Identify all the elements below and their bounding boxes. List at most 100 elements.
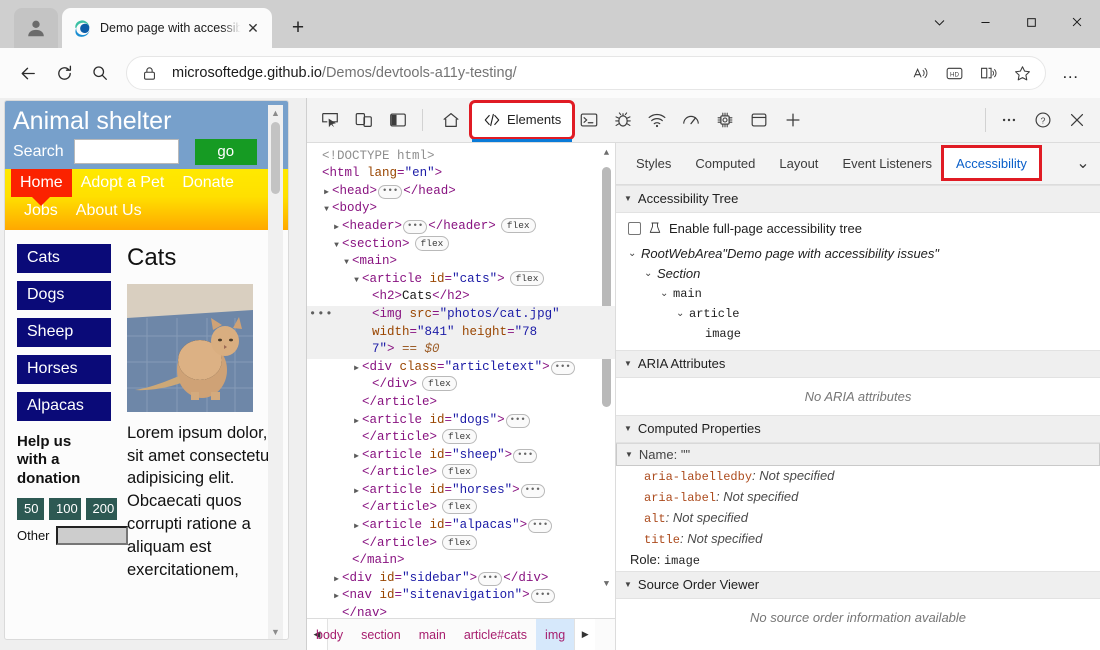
dom-node-line[interactable]: <main>	[307, 253, 615, 271]
flex-badge[interactable]: flex	[510, 271, 545, 286]
inspect-element-icon[interactable]	[315, 105, 345, 135]
dom-node-line[interactable]: <h2>Cats</h2>	[307, 288, 615, 306]
caret-expand-icon[interactable]: ⌄	[660, 284, 673, 304]
hd-badge-icon[interactable]: HD	[937, 58, 971, 88]
new-tab-button[interactable]: +	[282, 12, 314, 44]
site-nav-about[interactable]: About Us	[67, 197, 151, 226]
twisty-closed-icon[interactable]	[351, 518, 362, 536]
enable-fullpage-tree-row[interactable]: Enable full-page accessibility tree	[628, 221, 1090, 236]
tab-close-button[interactable]: ✕	[242, 17, 264, 39]
debugger-icon[interactable]	[608, 105, 638, 135]
flex-badge[interactable]: flex	[501, 218, 536, 233]
flex-badge[interactable]: flex	[442, 499, 477, 514]
performance-icon[interactable]	[676, 105, 706, 135]
twisty-closed-icon[interactable]	[321, 184, 332, 202]
breadcrumb[interactable]: ◀ bodysectionmainarticle#catsimg▶	[307, 618, 615, 650]
twisty-open-icon[interactable]	[321, 201, 332, 219]
flex-badge[interactable]: flex	[415, 236, 450, 251]
dom-node-line[interactable]: <!DOCTYPE html>	[307, 148, 615, 166]
device-emulation-icon[interactable]	[349, 105, 379, 135]
read-aloud-icon[interactable]	[903, 58, 937, 88]
dom-node-line[interactable]: <header>•••</header>flex	[307, 218, 615, 236]
dom-node-line[interactable]: <article id="sheep">•••	[307, 447, 615, 465]
section-header-accessibility-tree[interactable]: ▼ Accessibility Tree	[616, 185, 1100, 213]
animal-link-alpacas[interactable]: Alpacas	[17, 392, 111, 421]
site-search-go-button[interactable]: go	[195, 139, 257, 165]
a11y-tree-node[interactable]: ⌄article	[628, 304, 1090, 324]
accessibility-tree-nodes[interactable]: ⌄RootWebArea "Demo page with accessibili…	[628, 244, 1090, 344]
sidebar-tabs-chevron-icon[interactable]: ⌄	[1066, 148, 1100, 178]
expand-ellipsis-badge[interactable]: •••	[403, 220, 427, 234]
sidebar-tab-accessibility[interactable]: Accessibility	[944, 148, 1039, 178]
site-nav-home[interactable]: Home	[11, 169, 72, 198]
dom-tree[interactable]: ▲ ▼ <!DOCTYPE html><html lang="en"><head…	[307, 143, 615, 618]
twisty-closed-icon[interactable]	[351, 360, 362, 378]
caret-expand-icon[interactable]: ⌄	[644, 264, 657, 284]
donation-amount-200[interactable]: 200	[86, 498, 118, 520]
flex-badge[interactable]: flex	[442, 429, 477, 444]
minimize-button[interactable]	[962, 0, 1008, 44]
flex-badge[interactable]: flex	[442, 464, 477, 479]
animal-link-sheep[interactable]: Sheep	[17, 318, 111, 347]
expand-ellipsis-badge[interactable]: •••	[521, 484, 545, 498]
twisty-open-icon[interactable]	[351, 272, 362, 290]
dom-node-line[interactable]: <section>flex	[307, 236, 615, 254]
section-header-source-order-viewer[interactable]: ▼ Source Order Viewer	[616, 571, 1100, 599]
breadcrumb-scroll-right[interactable]: ▶	[574, 619, 595, 650]
breadcrumb-item-img[interactable]: img	[536, 619, 574, 650]
computed-name-row[interactable]: ▼ Name: ""	[616, 443, 1100, 466]
dom-node-line[interactable]: <div id="sidebar">•••</div>	[307, 570, 615, 588]
dom-node-line[interactable]: <article id="cats">flex	[307, 271, 615, 289]
expand-ellipsis-badge[interactable]: •••	[478, 572, 502, 586]
search-button[interactable]	[82, 55, 118, 91]
page-scroll-down-arrow[interactable]: ▼	[268, 624, 283, 639]
dom-node-line[interactable]: <head>•••</head>	[307, 183, 615, 201]
address-bar[interactable]: microsoftedge.github.io/Demos/devtools-a…	[126, 56, 1046, 90]
browser-settings-more-button[interactable]: …	[1052, 56, 1090, 90]
twisty-closed-icon[interactable]	[351, 483, 362, 501]
flex-badge[interactable]: flex	[442, 535, 477, 550]
expand-ellipsis-badge[interactable]: •••	[528, 519, 552, 533]
section-header-aria-attributes[interactable]: ▼ ARIA Attributes	[616, 350, 1100, 378]
twisty-closed-icon[interactable]	[331, 219, 342, 237]
devtools-tab-elements[interactable]: Elements	[472, 103, 572, 137]
donation-amount-100[interactable]: 100	[49, 498, 81, 520]
a11y-tree-node[interactable]: ⌄main	[628, 284, 1090, 304]
dom-node-line[interactable]: <article id="horses">•••	[307, 482, 615, 500]
twisty-open-icon[interactable]	[331, 237, 342, 255]
caret-expand-icon[interactable]: ⌄	[628, 244, 641, 264]
devtools-close-icon[interactable]	[1062, 105, 1092, 135]
dom-node-line[interactable]: width="841" height="78	[307, 324, 615, 342]
a11y-tree-node[interactable]: image	[628, 324, 1090, 344]
dom-node-line[interactable]: <div class="articletext">•••	[307, 359, 615, 377]
more-tools-plus-icon[interactable]	[778, 105, 808, 135]
animal-link-cats[interactable]: Cats	[17, 244, 111, 273]
breadcrumb-item-body[interactable]: body	[316, 619, 352, 650]
dom-node-line[interactable]: •••<img src="photos/cat.jpg"	[307, 306, 615, 324]
page-scroll-thumb[interactable]	[271, 122, 280, 194]
animal-link-horses[interactable]: Horses	[17, 355, 111, 384]
network-icon[interactable]	[642, 105, 672, 135]
favorite-star-icon[interactable]	[1005, 58, 1039, 88]
sidebar-tab-computed[interactable]: Computed	[683, 148, 767, 178]
dom-node-line[interactable]: </nav>	[307, 605, 615, 618]
dom-node-line[interactable]: <nav id="sitenavigation">•••	[307, 587, 615, 605]
dom-node-line[interactable]: <html lang="en">	[307, 165, 615, 183]
close-window-button[interactable]	[1054, 0, 1100, 44]
application-icon[interactable]	[744, 105, 774, 135]
dom-node-line[interactable]: <article id="dogs">•••	[307, 412, 615, 430]
sidebar-tab-event-listeners[interactable]: Event Listeners	[830, 148, 944, 178]
twisty-closed-icon[interactable]	[331, 588, 342, 606]
dom-node-line[interactable]: </article>flex	[307, 429, 615, 447]
twisty-closed-icon[interactable]	[351, 448, 362, 466]
enable-fullpage-tree-checkbox[interactable]	[628, 222, 641, 235]
expand-ellipsis-badge[interactable]: •••	[378, 185, 402, 199]
breadcrumb-item-main[interactable]: main	[410, 619, 455, 650]
page-scroll-up-arrow[interactable]: ▲	[268, 105, 283, 120]
dom-node-line[interactable]: </main>	[307, 552, 615, 570]
flex-badge[interactable]: flex	[422, 376, 457, 391]
devtools-tab-welcome[interactable]	[430, 103, 472, 137]
tab-actions-chevron-icon[interactable]	[916, 0, 962, 44]
breadcrumb-item-section[interactable]: section	[352, 619, 410, 650]
memory-icon[interactable]	[710, 105, 740, 135]
